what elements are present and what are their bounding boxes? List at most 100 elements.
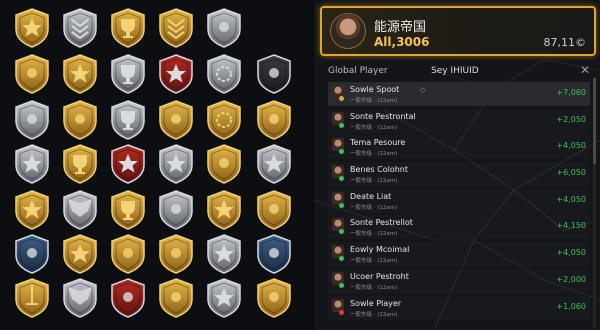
leaderboard-panel: 能源帝国 All,3006 87,11© Global Player Sey I… (314, 0, 600, 330)
wreath-silver-badge-icon[interactable] (202, 52, 246, 96)
leaderboard-row[interactable]: Ucoer Pestroht 一般东级 · (12am) +2,000 (328, 269, 590, 293)
status-dot (339, 282, 344, 288)
status-dot (339, 229, 344, 235)
shield-star-gold-badge-icon[interactable] (10, 6, 54, 50)
crest-gold-badge-icon[interactable] (106, 232, 150, 276)
shield-silver-badge-icon[interactable] (10, 98, 54, 142)
leaderboard-list: Sowle Spoot 一般东级 · (12am) ◇ +7,060 Sonte Pes… (328, 82, 590, 322)
shield-silver-badge-icon[interactable] (202, 6, 246, 50)
player-profile-card[interactable]: 能源帝国 All,3006 87,11© (320, 6, 596, 56)
status-dot (339, 122, 344, 128)
row-score: +2,000 (556, 274, 586, 284)
row-player-name: Sonte Pestrontal (350, 111, 416, 121)
shield-gold-badge-icon[interactable] (202, 142, 246, 186)
status-dot (339, 202, 344, 208)
chevron-silver-badge-icon[interactable] (58, 6, 102, 50)
shield-gold-badge-icon[interactable] (154, 232, 198, 276)
row-score: +6,050 (556, 168, 586, 178)
leaderboard-row[interactable]: Sowle Spoot 一般东级 · (12am) ◇ +7,060 (328, 82, 590, 106)
row-score: +4,050 (556, 194, 586, 204)
scrollbar-thumb[interactable] (593, 78, 596, 164)
leaderboard-row[interactable]: Benes Colohnt 一般东级 · (12am) +6,050 (328, 162, 590, 186)
leaderboard-row[interactable]: Sonte Pestrellot 一般东级 · (12am) +4,150 (328, 215, 590, 239)
star-silver-badge-icon[interactable] (202, 276, 246, 320)
leaderboard-row[interactable]: Sowle Player 一般东级 · (12am) +1,060 (328, 296, 590, 320)
row-player-name: Sowle Spoot (350, 85, 400, 94)
trophy-gold-badge-icon[interactable] (106, 188, 150, 232)
leaderboard-row[interactable]: Deate Liat 一般东级 · (12am) +4,050 (328, 189, 590, 213)
wings-silver-badge-icon[interactable] (58, 188, 102, 232)
close-icon[interactable]: ✕ (580, 63, 590, 77)
shield-star-gold-badge-icon[interactable] (58, 52, 102, 96)
row-subtitle: 一般东级 · (12am) (350, 98, 398, 104)
row-subtitle: 一般东级 · (12am) (350, 124, 398, 131)
scrollbar[interactable] (593, 78, 596, 328)
column-title: Sey IHIUID (431, 66, 479, 76)
global-player-label: Global Player (328, 66, 388, 76)
wings-silver-badge-icon[interactable] (58, 276, 102, 320)
row-subtitle: 一般东级 · (12am) (350, 258, 398, 265)
row-score: +4,150 (556, 221, 586, 231)
badge-grid (0, 0, 312, 330)
row-player-name: Ucoer Pestroht (350, 271, 409, 281)
shield-star-gold-badge-icon[interactable] (10, 188, 54, 232)
cup-silver-badge-icon[interactable] (106, 52, 150, 96)
row-score: +2,050 (556, 114, 586, 124)
shield-star-red-badge-icon[interactable] (106, 142, 150, 186)
row-subtitle: 一般东级 · (12am) (350, 204, 398, 211)
row-score: +1,060 (556, 301, 586, 311)
status-dot (339, 176, 344, 182)
row-subtitle: 一般东级 · (12am) (350, 311, 398, 318)
shield-red-badge-icon[interactable] (106, 276, 150, 320)
star-silver-badge-icon[interactable] (202, 232, 246, 276)
leaderboard-row[interactable]: Eowly Mcoimal 一般东级 · (12am) +4,050 (328, 242, 590, 266)
shield-dark-badge-icon[interactable] (252, 52, 296, 96)
leaderboard-row[interactable]: Tema Pesoure 一般东级 · (12am) +4,050 (328, 135, 590, 159)
row-score: +7,060 (556, 88, 586, 97)
row-subtitle: 一般东级 · (12am) (350, 178, 398, 185)
leaderboard-row[interactable]: Sonte Pestrontal 一般东级 · (12am) +2,050 (328, 109, 590, 133)
shield-silver-badge-icon[interactable] (154, 188, 198, 232)
star-silver-badge-icon[interactable] (154, 142, 198, 186)
row-score: +4,050 (556, 141, 586, 151)
shield-gold-badge-icon[interactable] (252, 276, 296, 320)
row-subtitle: 一般东级 · (12am) (350, 284, 398, 291)
shield-gold-badge-icon[interactable] (58, 98, 102, 142)
row-player-name: Eowly Mcoimal (350, 245, 410, 255)
row-subtitle: 一般东级 · (12am) (350, 231, 398, 238)
player-total: 87,11© (543, 36, 587, 49)
shield-plain-gold-badge-icon[interactable] (10, 52, 54, 96)
medal-gold-badge-icon[interactable] (252, 98, 296, 142)
player-score: All,3006 (374, 35, 430, 49)
player-name: 能源帝国 (374, 20, 427, 35)
shield-blue-badge-icon[interactable] (10, 232, 54, 276)
row-player-name: Deate Liat (350, 191, 392, 201)
shield-star-red-badge-icon[interactable] (154, 52, 198, 96)
row-player-name: Tema Pesoure (350, 138, 406, 148)
status-dot (339, 309, 344, 315)
wreath-gold-badge-icon[interactable] (202, 98, 246, 142)
trophy-gold-badge-icon[interactable] (106, 6, 150, 50)
avatar (330, 13, 366, 49)
row-player-name: Sonte Pestrellot (350, 218, 413, 228)
diamond-icon: ◇ (420, 86, 426, 94)
status-dot (339, 256, 344, 262)
sword-gold-badge-icon[interactable] (10, 276, 54, 320)
cup-silver-badge-icon[interactable] (106, 98, 150, 142)
shield-star-silver-badge-icon[interactable] (10, 142, 54, 186)
status-dot (339, 149, 344, 155)
shield-star-gold-badge-icon[interactable] (58, 232, 102, 276)
row-score: +4,050 (556, 248, 586, 258)
rank-chevrons-gold-badge-icon[interactable] (154, 6, 198, 50)
shield-gold-badge-icon[interactable] (154, 276, 198, 320)
trophy-gold-badge-icon[interactable] (58, 142, 102, 186)
shield-blue-badge-icon[interactable] (252, 232, 296, 276)
shield-gold-badge-icon[interactable] (154, 98, 198, 142)
status-dot (339, 96, 344, 101)
shield-star-gold-badge-icon[interactable] (202, 188, 246, 232)
row-subtitle: 一般东级 · (12am) (350, 151, 398, 158)
crest-gold-badge-icon[interactable] (252, 188, 296, 232)
leaderboard-header: Global Player Sey IHIUID ✕ (328, 63, 590, 78)
row-player-name: Sowle Player (350, 298, 402, 308)
star-silver-badge-icon[interactable] (252, 142, 296, 186)
